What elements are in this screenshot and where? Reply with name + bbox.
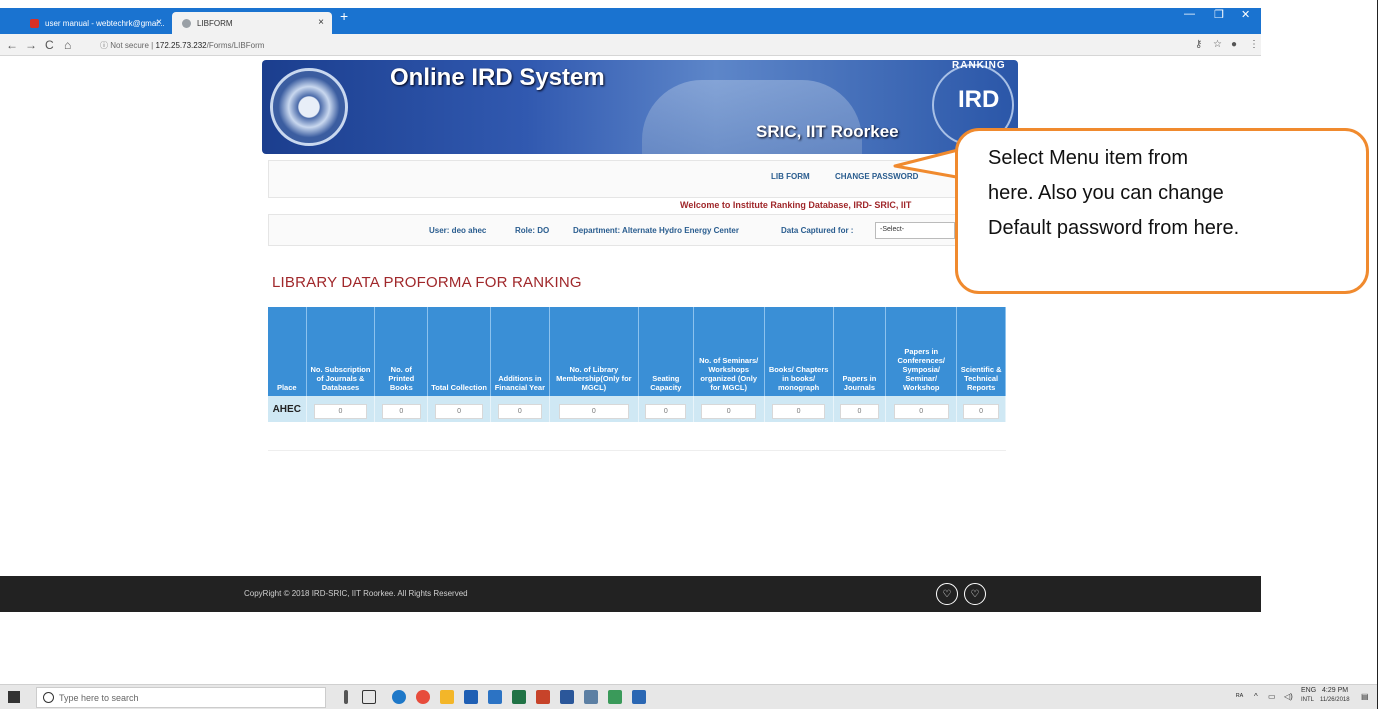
clock-time[interactable]: 4:29 PM <box>1322 687 1348 694</box>
cortana-icon <box>43 692 54 703</box>
mail-icon[interactable] <box>488 690 502 704</box>
notification-icon[interactable]: ▤ <box>1361 692 1369 701</box>
callout-text: Select Menu item from here. Also you can… <box>988 141 1358 246</box>
chrome-icon[interactable] <box>416 690 430 704</box>
search-placeholder: Type here to search <box>59 693 139 703</box>
edge-icon[interactable] <box>392 690 406 704</box>
store-icon[interactable] <box>464 690 478 704</box>
powerpoint-icon[interactable] <box>536 690 550 704</box>
file-explorer-icon[interactable] <box>440 690 454 704</box>
language-indicator[interactable]: ENG <box>1301 687 1316 694</box>
clock-date[interactable]: 11/26/2018 <box>1320 697 1350 703</box>
network-icon[interactable]: ▭ <box>1268 692 1276 701</box>
network-app-icon[interactable] <box>608 690 622 704</box>
callout-line: here. Also you can change <box>988 182 1224 204</box>
people-icon[interactable]: ᴿᴬ <box>1236 692 1243 701</box>
taskbar-search-input[interactable]: Type here to search <box>36 687 326 708</box>
callout-line: Select Menu item from <box>988 147 1189 169</box>
callout-line: Default password from here. <box>988 217 1240 239</box>
task-view-icon[interactable] <box>362 690 376 704</box>
volume-icon[interactable]: ◁) <box>1284 692 1293 701</box>
callout-pointer-cover <box>959 151 964 177</box>
language-layout[interactable]: INTL <box>1301 697 1314 703</box>
screenshot-root: user manual - webtechrk@gmai... × LIBFOR… <box>0 0 1382 709</box>
windows-start-icon[interactable] <box>8 691 20 703</box>
windows-taskbar: Type here to search ᴿᴬ ^ ▭ ◁) ENG INTL 4… <box>0 684 1377 709</box>
paint-icon[interactable] <box>584 690 598 704</box>
word-icon[interactable] <box>560 690 574 704</box>
excel-icon[interactable] <box>512 690 526 704</box>
tray-chevron-icon[interactable]: ^ <box>1254 692 1258 701</box>
snipping-icon[interactable] <box>632 690 646 704</box>
mic-icon[interactable] <box>344 690 348 704</box>
